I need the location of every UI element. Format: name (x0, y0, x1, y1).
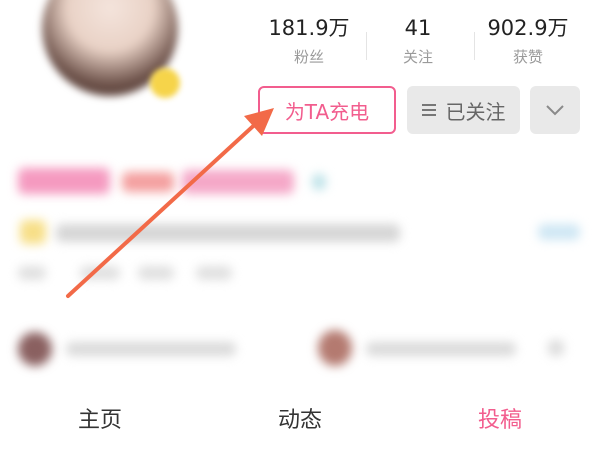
stat-value: 181.9万 (268, 16, 350, 40)
stat-value: 902.9万 (487, 16, 569, 40)
fan-avatar-blurred[interactable] (318, 330, 352, 366)
followed-button[interactable]: 已关注 (407, 86, 520, 134)
tab-dynamics[interactable]: 动态 (240, 392, 360, 450)
profile-tab-bar: 主页 动态 投稿 (0, 392, 600, 450)
charge-button[interactable]: 为TA充电 (258, 86, 396, 134)
followed-button-label: 已关注 (445, 99, 506, 124)
info-tag-blurred (196, 266, 232, 280)
tab-uploads[interactable]: 投稿 (440, 392, 560, 450)
stat-label: 关注 (402, 48, 433, 66)
username-blurred (18, 168, 110, 194)
profile-stats: 181.9万 粉丝 41 关注 902.9万 获赞 (248, 10, 600, 80)
stat-following[interactable]: 41 关注 (363, 10, 473, 68)
vip-badge-blurred (182, 170, 294, 194)
stat-likes[interactable]: 902.9万 获赞 (473, 10, 583, 68)
certification-text-blurred (56, 224, 400, 242)
verified-badge-icon (150, 68, 180, 98)
tab-home[interactable]: 主页 (40, 392, 160, 450)
more-dropdown-button[interactable] (530, 86, 580, 134)
stat-followers[interactable]: 181.9万 粉丝 (254, 10, 364, 68)
fan-text-blurred (66, 342, 236, 356)
menu-lines-icon (421, 104, 436, 116)
chevron-right-icon[interactable] (548, 340, 564, 356)
gender-icon (312, 174, 326, 190)
charge-button-label: 为TA充电 (284, 99, 370, 124)
info-tag-blurred (80, 266, 120, 280)
stat-label: 获赞 (512, 48, 543, 66)
chevron-down-icon (546, 105, 564, 116)
info-tag-blurred (18, 266, 46, 280)
fan-text-blurred (366, 342, 516, 356)
stat-label: 粉丝 (293, 48, 324, 66)
info-tag-blurred (138, 266, 174, 280)
detail-link-blurred[interactable] (538, 224, 580, 240)
certification-icon (20, 220, 46, 244)
fan-avatar-blurred[interactable] (18, 332, 52, 366)
level-badge-blurred (122, 172, 174, 192)
stat-value: 41 (404, 16, 432, 40)
